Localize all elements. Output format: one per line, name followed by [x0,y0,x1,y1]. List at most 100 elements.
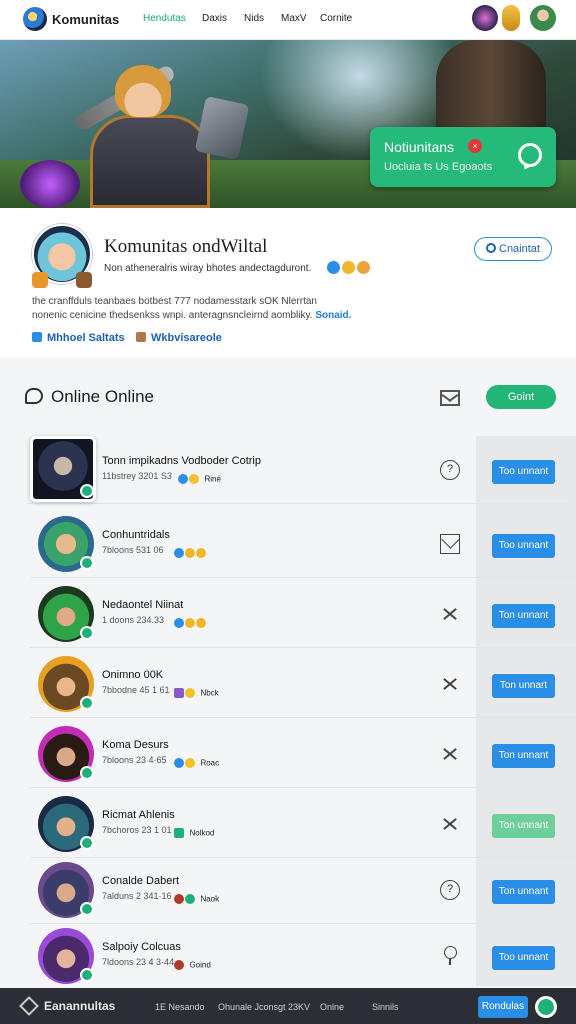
member-name: Salpoiy Colcuas [102,941,181,953]
nav-item-5[interactable]: Cornite [320,13,352,24]
list-item[interactable]: Onimno 00K 7bbodne 45 1 61 Nbck Ton unna… [30,650,576,718]
pin-icon[interactable] [440,946,460,966]
remove-icon[interactable] [440,674,460,694]
list-item[interactable]: Nedaontel Niinat 1 doons 234.33 Ton unna… [30,580,576,648]
gem-icon [174,687,184,698]
member-action-button[interactable]: Ton unnart [492,674,555,698]
footer-item-3[interactable]: Onlne [320,1002,344,1012]
footer-item-4[interactable]: Sinnils [372,1002,399,1012]
online-status-icon [80,626,94,640]
member-name: Conhuntridals [102,529,170,541]
community-name: Komunitas ondWiltal [104,236,268,257]
community-profile: Komunitas ondWiltal Non atheneralris wir… [0,208,576,358]
trophy-icon[interactable] [502,5,520,31]
member-meta: 7alduns 2 341·16 [102,891,172,901]
chat-bubble-icon[interactable] [518,143,542,167]
remove-icon[interactable] [440,814,460,834]
member-name: Onimno 00K [102,669,164,681]
join-button[interactable]: Goint [486,385,556,409]
member-name: Tonn impikadns Vodboder Cotrip [102,455,261,467]
member-list: Tonn impikadns Vodboder Cotrip 11bstrey … [0,436,576,986]
coin-icon [196,547,206,558]
member-meta: 7ldoons 23 4 3·44 [102,957,175,967]
member-action-button[interactable]: Ton unnant [492,814,555,838]
verified-icon [178,473,188,484]
list-item[interactable]: Conalde Dabert 7alduns 2 341·16 Naok ? T… [30,856,576,924]
member-action-button[interactable]: Too unnant [492,460,555,484]
online-section-header: Online Online Goint [0,360,576,434]
community-description: Non atheneralris wiray bhotes andectagdu… [104,263,312,274]
member-meta: 7bbodne 45 1 61 [102,685,170,695]
star-icon [189,473,199,484]
fire-icon [174,893,184,904]
list-item[interactable]: Conhuntridals 7bloons 531 06 Too unnant [30,510,576,578]
bio-link[interactable]: Sonaid. [315,310,351,321]
remove-icon[interactable] [440,604,460,624]
search-icon [486,243,496,253]
status-toggle-icon[interactable] [535,996,557,1018]
member-action-button[interactable]: Ton unnant [492,880,555,904]
meta-owner[interactable]: Mhhoel Saltats [47,332,125,344]
nav-item-2[interactable]: Daxis [202,13,227,24]
footer-action-button[interactable]: Rondulas [478,996,528,1018]
gem-icon [185,893,195,904]
member-meta: 7bchoros 23 1 01 [102,825,172,835]
list-item[interactable]: Ricmat Ahlenis 7bchoros 23 1 01 Nolkod T… [30,790,576,858]
hero-banner: Notiunitans × Uocluia ts Us Egoaots [0,40,576,208]
footer-item-2[interactable]: Ohunale Jconsgt 23KV [218,1002,310,1012]
member-meta: 1 doons 234.33 [102,615,165,625]
user-icon [136,332,146,342]
top-navigation-bar: Komunitas Hendutas Daxis Nids MaxV Corni… [0,0,576,40]
bottom-bar: Eanannultas 1E Nesando Ohunale Jconsgt 2… [0,988,576,1024]
member-action-button[interactable]: Too unnant [492,534,555,558]
member-action-button[interactable]: Ton unnant [492,744,555,768]
online-status-icon [80,484,94,498]
badge-icon [32,272,48,288]
list-item[interactable]: Koma Desurs 7bloons 23 4·65 Roac Ton unn… [30,720,576,788]
online-status-icon [80,696,94,710]
list-item[interactable]: Tonn impikadns Vodboder Cotrip 11bstrey … [26,436,572,504]
coin-icon [185,617,195,628]
member-name: Ricmat Ahlenis [102,809,175,821]
footer-title: Eanannultas [44,999,116,1013]
question-icon[interactable]: ? [440,460,460,480]
member-meta: 7bloons 531 06 [102,545,164,555]
verified-icon [174,757,184,768]
coin-icon [342,261,355,274]
notification-subtitle: Uocluia ts Us Egoaots [384,161,493,173]
list-item[interactable]: Salpoiy Colcuas 7ldoons 23 4 3·44 Goind … [30,922,576,990]
nav-item-3[interactable]: Nids [244,13,264,24]
online-title: Online Online [51,387,155,406]
member-meta: 11bstrey 3201 S3 [102,471,172,481]
member-name: Nedaontel Niinat [102,599,184,611]
online-status-icon [80,902,94,916]
member-action-button[interactable]: Ton unnant [492,604,555,628]
meta-link[interactable]: Wkbvisareole [151,332,222,344]
coin-icon [357,261,370,274]
mail-icon[interactable] [440,390,460,406]
star-icon [185,757,195,768]
app-name: Komunitas [52,12,120,27]
badge-icon [76,272,92,288]
question-icon[interactable]: ? [440,880,460,900]
envelope-icon[interactable] [440,534,460,554]
member-meta: 7bloons 23 4·65 [102,755,167,765]
verified-icon [327,261,340,274]
footer-item-1[interactable]: 1E Nesando [155,1002,205,1012]
notification-close-icon[interactable]: × [468,139,482,153]
notification-card[interactable]: Notiunitans × Uocluia ts Us Egoaots [370,127,556,187]
remove-icon[interactable] [440,744,460,764]
online-status-icon [80,556,94,570]
nav-item-4[interactable]: MaxV [281,13,307,24]
verified-icon [174,547,184,558]
user-avatar-2[interactable] [530,5,556,31]
nav-item-1[interactable]: Hendutas [143,13,186,24]
contact-button[interactable]: Cnaintat [474,237,552,261]
member-action-button[interactable]: Too unnant [492,946,555,970]
user-avatar-1[interactable] [472,5,498,31]
verified-icon [174,617,184,628]
app-logo[interactable] [23,7,47,31]
online-status-icon [80,766,94,780]
gem-icon [174,827,184,838]
bio-line-2: nonenic cenicine thedsenkss wnpi. antera… [32,310,352,321]
